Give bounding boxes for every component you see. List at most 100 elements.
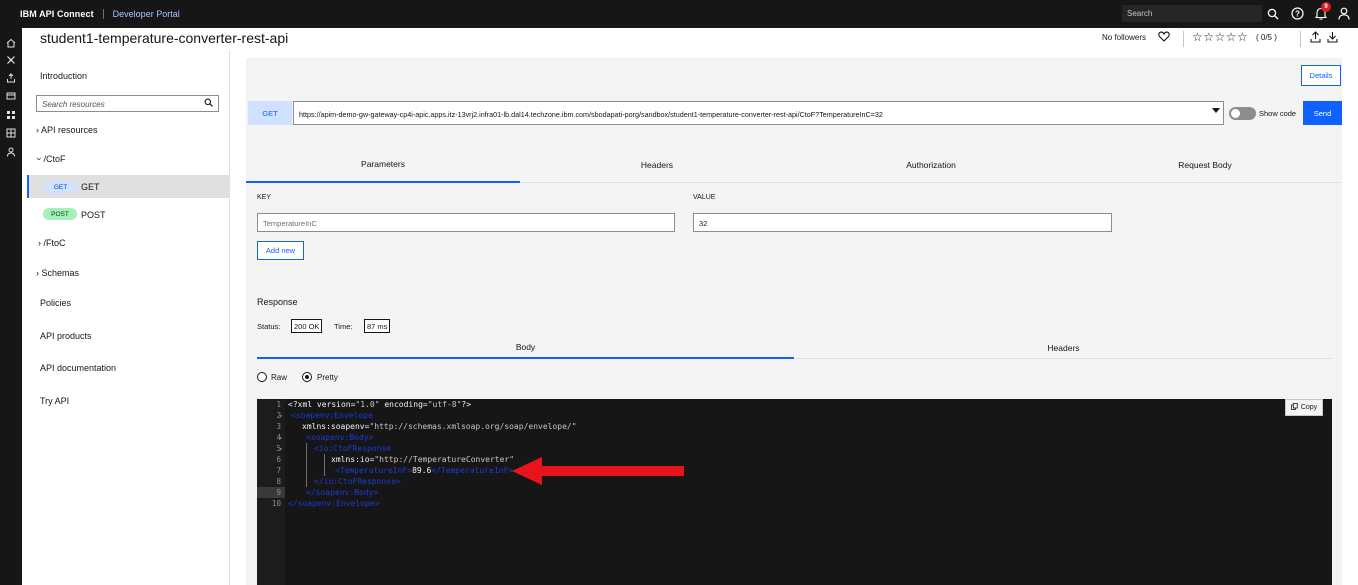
schemas-label: Schemas [41, 268, 80, 278]
rating-stars[interactable]: ☆☆☆☆☆ [1192, 30, 1248, 44]
raw-radio[interactable] [257, 372, 267, 382]
resource-search-input[interactable]: Search resources [36, 95, 219, 112]
time-value: 87 ms [364, 319, 391, 333]
notification-count-badge: 9 [1321, 2, 1331, 12]
line-number: 8 [276, 477, 281, 486]
sidebar-item-ctof[interactable]: › /CtoF [34, 154, 66, 164]
send-button[interactable]: Send [1303, 101, 1342, 125]
caret-down-icon[interactable] [1212, 107, 1220, 116]
fold-arrow-icon[interactable]: ▾ [279, 435, 283, 442]
xml-decl-end: ?> [461, 400, 472, 409]
upload-icon[interactable] [4, 71, 18, 85]
sidebar-item-ctof-post[interactable]: POST [81, 210, 106, 220]
line-number: 10 [271, 499, 281, 508]
request-url-value: https://apim-demo-gw-gateway-cp4i-apic.a… [299, 110, 883, 119]
help-icon[interactable]: ? [1289, 5, 1306, 22]
add-new-button[interactable]: Add new [257, 241, 304, 260]
response-tabs: Body Headers [257, 337, 1332, 359]
xmlns-io-value: "http://TemperatureConverter" [374, 455, 515, 464]
sidebar-item-policies[interactable]: Policies [40, 298, 71, 308]
show-code-toggle[interactable] [1229, 107, 1256, 120]
tab-authorization[interactable]: Authorization [794, 146, 1068, 183]
sidebar-item-introduction[interactable]: Introduction [40, 71, 87, 81]
pretty-radio[interactable] [302, 372, 312, 382]
brand-divider [102, 9, 104, 19]
tools-icon[interactable] [4, 53, 18, 67]
temperature-open-tag: <TemperatureInF> [335, 466, 413, 475]
line-number: 4 [276, 433, 281, 442]
pretty-label: Pretty [317, 373, 338, 382]
tab-request-body[interactable]: Request Body [1068, 146, 1342, 183]
indent-guide [306, 443, 307, 487]
request-tabs: Parameters Headers Authorization Request… [246, 146, 1342, 183]
user-profile-icon[interactable] [1335, 5, 1352, 22]
post-method-tag: POST [43, 208, 77, 220]
code-line-6: xmlns:io="http://TemperatureConverter" [331, 455, 514, 464]
member-icon[interactable] [4, 145, 18, 159]
title-divider [1183, 31, 1184, 47]
search-icon[interactable] [1264, 5, 1281, 22]
code-line-1: <?xml version="1.0" encoding="utf-8"?> [288, 400, 471, 409]
key-column-header: KEY [257, 194, 272, 201]
portal-name[interactable]: Developer Portal [113, 9, 180, 19]
api-resources-label: API resources [41, 125, 98, 135]
request-method-label: GET [248, 101, 292, 125]
value-column-header: VALUE [693, 194, 716, 201]
request-url-select[interactable]: https://apim-demo-gw-gateway-cp4i-apic.a… [293, 101, 1224, 125]
response-code-editor[interactable]: 1 2 3 4 5 6 7 8 9 10 ▾ ▾ ▾ <?xml version… [257, 399, 1332, 585]
catalog-icon[interactable] [4, 89, 18, 103]
toggle-knob [1231, 109, 1240, 118]
search-icon[interactable] [204, 98, 213, 110]
download-icon[interactable] [1327, 31, 1338, 46]
time-label: Time: [334, 322, 353, 331]
xml-encoding-attr: encoding= [379, 400, 428, 409]
sidebar-item-api-documentation[interactable]: API documentation [40, 363, 116, 373]
fold-arrow-icon[interactable]: ▾ [279, 446, 283, 453]
param-key-input[interactable]: TemperatureInC [257, 213, 675, 232]
brand-name[interactable]: IBM API Connect [20, 9, 94, 19]
indent-guide [324, 454, 325, 476]
apps-grid-icon[interactable] [4, 108, 18, 122]
home-icon[interactable] [4, 36, 18, 50]
sidebar-item-api-resources[interactable]: › API resources [36, 125, 98, 135]
tab-parameters[interactable]: Parameters [246, 146, 520, 183]
sidebar-item-try-api[interactable]: Try API [40, 396, 69, 406]
copy-button[interactable]: Copy [1285, 399, 1323, 416]
line-number: 3 [276, 422, 281, 431]
show-code-label: Show code [1259, 109, 1297, 118]
line-number: 6 [276, 455, 281, 464]
code-line-10: </soapenv:Envelope> [288, 499, 380, 508]
code-line-3: xmlns:soapenv="http://schemas.xmlsoap.or… [302, 422, 577, 431]
tab-response-headers[interactable]: Headers [795, 337, 1332, 359]
xmlns-soapenv-attr: xmlns:soapenv= [302, 422, 370, 431]
api-title: student1-temperature-converter-rest-api [40, 30, 289, 46]
chevron-down-icon: › [34, 157, 45, 161]
share-upload-icon[interactable] [1310, 31, 1321, 46]
get-method-tag: GET [44, 181, 77, 193]
response-heading: Response [257, 297, 298, 307]
tab-headers[interactable]: Headers [520, 146, 794, 183]
line-number: 5 [276, 444, 281, 453]
xml-version: "1.0" [355, 400, 380, 409]
sidebar-item-schemas[interactable]: › Schemas [36, 268, 79, 278]
details-button[interactable]: Details [1301, 65, 1341, 86]
global-search-input[interactable]: Search [1122, 5, 1262, 22]
xmlns-soapenv-value: "http://schemas.xmlsoap.org/soap/envelop… [369, 422, 577, 431]
sidebar-item-api-products[interactable]: API products [40, 331, 92, 341]
code-line-7: <TemperatureInF>89.6</TemperatureInF> [335, 466, 513, 475]
sidebar-item-ftoc[interactable]: › /FtoC [38, 238, 66, 248]
follow-heart-icon[interactable] [1158, 31, 1170, 45]
copy-label: Copy [1300, 404, 1318, 411]
xmlns-io-attr: xmlns:io= [331, 455, 375, 464]
status-value: 200 OK [291, 319, 323, 333]
param-value-input[interactable]: 32 [693, 213, 1112, 232]
copy-icon [1290, 403, 1298, 412]
svg-text:?: ? [1295, 9, 1300, 18]
line-number: 2 [276, 411, 281, 420]
line-number: 1 [276, 400, 281, 409]
table-icon[interactable] [4, 126, 18, 140]
rating-value: ( 0/5 ) [1256, 33, 1277, 42]
tab-response-body[interactable]: Body [257, 337, 794, 359]
fold-arrow-icon[interactable]: ▾ [279, 413, 283, 420]
code-line-5: <io:CtoFResponse [314, 444, 392, 453]
